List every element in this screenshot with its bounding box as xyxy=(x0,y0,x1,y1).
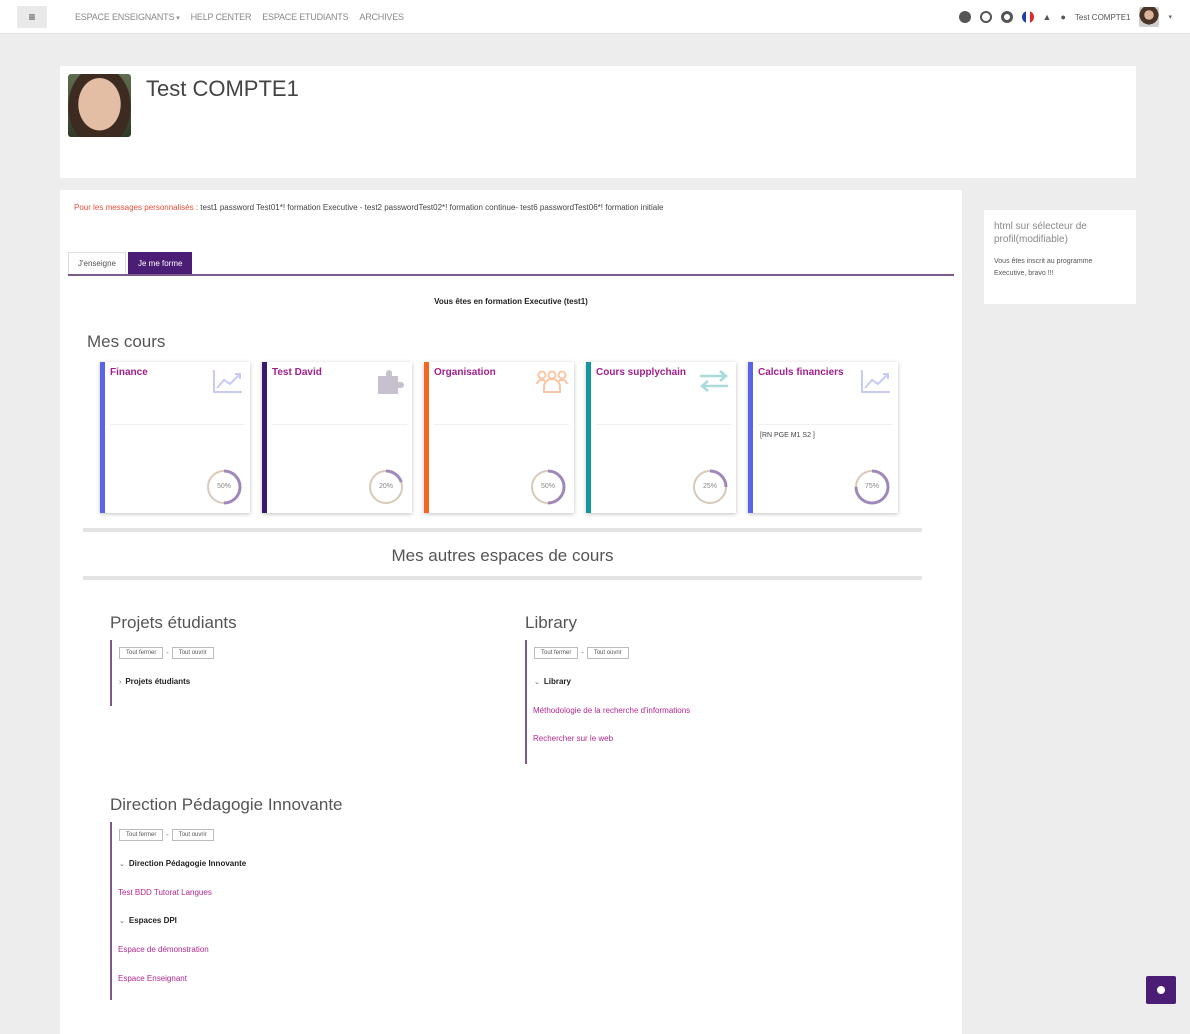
sidebar-block: html sur sélecteur de profil(modifiable)… xyxy=(984,210,1136,304)
collapse-controls: Tout fermer - Tout ouvrir xyxy=(119,829,214,841)
chart-line-icon xyxy=(861,370,890,393)
formation-text: Vous êtes en formation Executive (test1) xyxy=(434,297,588,306)
course-card[interactable]: Test David 20% xyxy=(262,362,412,513)
block-projets: Tout fermer - Tout ouvrir › Projets étudi… xyxy=(110,640,490,706)
link-rechercher-web[interactable]: Rechercher sur le web xyxy=(533,734,613,743)
progress-label: 20% xyxy=(378,483,393,490)
block-dpi: Tout fermer - Tout ouvrir ⌄ Direction Péd… xyxy=(110,822,490,1000)
nav-espace-enseignants[interactable]: ESPACE ENSEIGNANTS ▾ xyxy=(75,12,180,22)
course-title[interactable]: Test David xyxy=(272,367,322,378)
link-espace-enseignant[interactable]: Espace Enseignant xyxy=(118,974,187,983)
progress-label: 25% xyxy=(702,483,717,490)
chevron-down-icon[interactable]: ▾ xyxy=(1168,13,1172,21)
open-all-button[interactable]: Tout ouvrir xyxy=(171,647,214,659)
bell-icon[interactable]: ▲ xyxy=(1043,12,1052,22)
sidebar-text: Vous êtes inscrit au programme Executive… xyxy=(994,258,1093,277)
notice-text: Pour les messages personnalisés : test1 … xyxy=(74,203,664,212)
course-cards: Finance 50% Test David 20% Organisation 50%… xyxy=(100,362,898,513)
open-all-button[interactable]: Tout ouvrir xyxy=(171,829,214,841)
separator: - xyxy=(166,649,169,657)
course-card[interactable]: Cours supplychain 25% xyxy=(586,362,736,513)
tab-jenseigne[interactable]: J'enseigne xyxy=(68,252,126,274)
link-test-bdd[interactable]: Test BDD Tutorat Langues xyxy=(118,888,212,897)
nav-espace-etudiants[interactable]: ESPACE ETUDIANTS xyxy=(262,12,348,22)
mes-cours-title: Mes cours xyxy=(87,332,166,351)
caret-down-icon: ▾ xyxy=(176,14,180,22)
close-all-button[interactable]: Tout fermer xyxy=(119,829,164,841)
disc-icon[interactable] xyxy=(1000,11,1013,23)
people-icon xyxy=(536,370,568,393)
main-content: Pour les messages personnalisés : test1 … xyxy=(60,190,962,1034)
progress-label: 50% xyxy=(540,483,555,490)
collapse-controls: Tout fermer - Tout ouvrir xyxy=(119,647,214,659)
progress-label: 75% xyxy=(864,483,879,490)
main-nav: ESPACE ENSEIGNANTS ▾ HELP CENTER ESPACE E… xyxy=(75,12,404,22)
block-title-library: Library xyxy=(525,613,577,632)
chevron-down-icon: ⌄ xyxy=(119,918,125,925)
category-dpi[interactable]: ⌄ Direction Pédagogie Innovante xyxy=(119,859,246,868)
block-title-dpi: Direction Pédagogie Innovante xyxy=(110,795,343,814)
course-card[interactable]: Organisation 50% xyxy=(424,362,574,513)
progress-label: 50% xyxy=(216,483,231,490)
chat-icon[interactable]: ● xyxy=(1060,12,1065,22)
user-toolbar: ▲ ● Test COMPTE1 ▾ xyxy=(958,0,1172,34)
divider xyxy=(83,576,922,580)
top-navbar: ≡ ESPACE ENSEIGNANTS ▾ HELP CENTER ESPACE… xyxy=(0,0,1190,34)
link-espace-demonstration[interactable]: Espace de démonstration xyxy=(118,945,209,954)
chevron-right-icon: › xyxy=(119,679,122,686)
arrow-up-icon xyxy=(1157,986,1165,994)
course-title[interactable]: Finance xyxy=(110,367,148,378)
course-card[interactable]: Calculs financiers [RN PGE M1 S2 ] 75% xyxy=(748,362,898,513)
divider xyxy=(83,528,922,532)
separator: - xyxy=(166,831,169,839)
course-card[interactable]: Finance 50% xyxy=(100,362,250,513)
french-flag-icon[interactable] xyxy=(1021,11,1034,23)
course-title[interactable]: Cours supplychain xyxy=(596,367,686,378)
chart-line-icon xyxy=(213,370,242,393)
profile-name: Test COMPTE1 xyxy=(146,76,299,101)
close-all-button[interactable]: Tout fermer xyxy=(119,647,164,659)
separator: - xyxy=(581,649,584,657)
course-title[interactable]: Calculs financiers xyxy=(758,367,844,378)
course-title[interactable]: Organisation xyxy=(434,367,496,378)
open-all-button[interactable]: Tout ouvrir xyxy=(586,647,629,659)
autres-espaces-title: Mes autres espaces de cours xyxy=(391,546,614,565)
chevron-down-icon: ⌄ xyxy=(534,679,540,686)
arrows-exchange-icon xyxy=(700,370,728,392)
card-divider xyxy=(110,424,245,425)
sidebar-title: html sur sélecteur de profil(modifiable) xyxy=(994,221,1087,245)
tab-je-me-forme[interactable]: Je me forme xyxy=(128,252,193,274)
card-divider xyxy=(758,424,893,425)
category-library[interactable]: ⌄ Library xyxy=(534,677,571,686)
link-methodologie[interactable]: Méthodologie de la recherche d'informati… xyxy=(533,706,690,715)
nav-help-center[interactable]: HELP CENTER xyxy=(191,12,252,22)
profile-header: Test COMPTE1 xyxy=(60,66,1136,178)
globe-icon[interactable] xyxy=(979,11,992,23)
puzzle-icon xyxy=(378,370,404,394)
avatar[interactable] xyxy=(1139,7,1160,27)
menu-icon[interactable]: ≡ xyxy=(17,5,47,28)
scroll-to-top-button[interactable] xyxy=(1146,976,1176,1004)
block-title-projets: Projets étudiants xyxy=(110,613,237,632)
category-projets[interactable]: › Projets étudiants xyxy=(119,677,190,686)
close-all-button[interactable]: Tout fermer xyxy=(534,647,579,659)
card-divider xyxy=(434,424,569,425)
category-espaces-dpi[interactable]: ⌄ Espaces DPI xyxy=(119,916,177,925)
profile-avatar xyxy=(68,74,131,137)
nav-archives[interactable]: ARCHIVES xyxy=(359,12,404,22)
card-divider xyxy=(272,424,407,425)
helmet-icon[interactable] xyxy=(958,11,971,23)
chevron-down-icon: ⌄ xyxy=(119,861,125,868)
collapse-controls: Tout fermer - Tout ouvrir xyxy=(534,647,629,659)
tab-bar: J'enseigne Je me forme xyxy=(68,252,954,276)
card-divider xyxy=(596,424,731,425)
course-extra: [RN PGE M1 S2 ] xyxy=(760,432,815,439)
block-library: Tout fermer - Tout ouvrir ⌄ Library Métho… xyxy=(525,640,905,764)
user-name[interactable]: Test COMPTE1 xyxy=(1075,13,1131,22)
